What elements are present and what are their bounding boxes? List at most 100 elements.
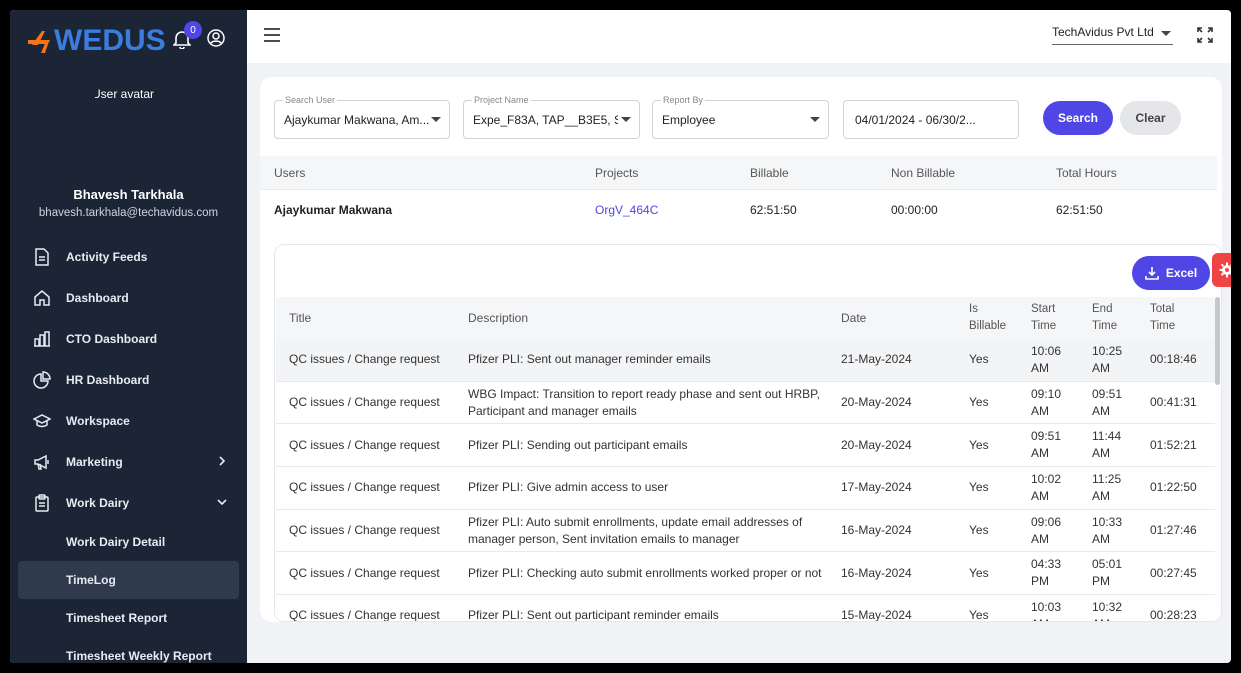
search-button[interactable]: Search — [1043, 101, 1113, 135]
date-cell: 17-May-2024 — [841, 480, 912, 495]
settings-button[interactable] — [1212, 253, 1231, 287]
end-time: 09:51 — [1092, 386, 1123, 401]
is-billable-cell: Yes — [969, 395, 989, 410]
date-range-input[interactable]: 04/01/2024 - 06/30/2... — [843, 100, 1019, 139]
sidebar-item-dashboard[interactable]: Dashboard — [18, 277, 239, 318]
header-date: Date — [841, 310, 867, 325]
search-user-select[interactable]: Search User Ajaykumar Makwana, Am... — [274, 95, 450, 139]
start-time-cell: 09:10 AM — [1031, 382, 1061, 424]
end-time: 05:01 — [1092, 557, 1123, 572]
header-title: Title — [289, 310, 312, 325]
start-ampm: PM — [1031, 574, 1049, 589]
sidebar-item-workspace[interactable]: Workspace — [18, 400, 239, 441]
table-row[interactable]: QC issues / Change request Pfizer PLI: Ch… — [276, 552, 1215, 596]
user-email: bhavesh.tarkhala@techavidus.com — [38, 207, 219, 219]
sidebar-item-activity-feeds[interactable]: Activity Feeds — [18, 236, 239, 277]
sidebar-subitem-timesheet-report[interactable]: Timesheet Report — [18, 599, 239, 637]
is-billable-cell: Yes — [969, 523, 989, 538]
user-account-icon[interactable] — [207, 29, 225, 47]
end-ampm: AM — [1092, 403, 1110, 418]
total-time-cell: 00:18:46 — [1150, 352, 1197, 367]
end-time-cell: 05:01 PM — [1092, 552, 1122, 594]
timelog-details-panel: Excel Title Description Date Is Billable… — [274, 244, 1222, 622]
company-select[interactable]: TechAvidus Pvt Ltd — [1052, 25, 1173, 45]
fullscreen-icon[interactable] — [1197, 27, 1213, 43]
description-cell: Pfizer PLI: Sending out participant emai… — [468, 424, 687, 466]
report-by-select[interactable]: Report By Employee — [652, 95, 829, 139]
start-time: 04:33 — [1031, 557, 1062, 572]
start-time: 10:03 — [1031, 599, 1062, 614]
start-ampm: AM — [1031, 360, 1049, 375]
header-start-line1: Start — [1031, 303, 1056, 315]
description-cell: Pfizer PLI: Auto submit enrollments, upd… — [468, 510, 802, 552]
description-cell: Pfizer PLI: Give admin access to user — [468, 467, 668, 509]
table-row[interactable]: QC issues / Change request Pfizer PLI: Gi… — [276, 467, 1215, 510]
is-billable-cell: Yes — [969, 480, 989, 495]
sidebar-subitem-work-dairy-detail[interactable]: Work Dairy Detail — [18, 523, 239, 561]
project-name-select[interactable]: Project Name Expe_F83A, TAP__B3E5, S... — [463, 95, 640, 139]
search-user-value: Ajaykumar Makwana, Am... — [284, 113, 429, 127]
clipboard-icon — [32, 493, 52, 513]
header-non-billable: Non Billable — [891, 165, 956, 180]
search-user-label: Search User — [283, 95, 338, 105]
start-time: 09:10 — [1031, 386, 1062, 401]
sidebar-subitem-timelog[interactable]: TimeLog — [18, 561, 239, 599]
table-row[interactable]: QC issues / Change request Pfizer PLI: Se… — [276, 424, 1215, 468]
header-description: Description — [468, 310, 529, 325]
sidebar-item-label: Workspace — [66, 413, 130, 428]
header-total-line2: Time — [1150, 320, 1176, 332]
logo[interactable]: WEDUS — [28, 24, 166, 58]
menu-icon[interactable] — [264, 28, 280, 42]
sidebar-item-label: Activity Feeds — [66, 249, 148, 264]
start-time-cell: 09:06 AM — [1031, 510, 1061, 552]
sidebar-item-label: Marketing — [66, 454, 123, 469]
start-time-cell: 10:06 AM — [1031, 339, 1061, 381]
excel-export-button[interactable]: Excel — [1132, 256, 1210, 290]
clear-button[interactable]: Clear — [1120, 101, 1181, 135]
date-cell: 16-May-2024 — [841, 565, 912, 580]
notification-badge: 0 — [184, 21, 202, 39]
description-cell: Pfizer PLI: Checking auto submit enrollm… — [468, 552, 822, 594]
end-ampm: AM — [1092, 616, 1110, 621]
sidebar-item-cto-dashboard[interactable]: CTO Dashboard — [18, 318, 239, 359]
date-cell: 21-May-2024 — [841, 352, 912, 367]
header-is-billable-line2: Billable — [969, 320, 1007, 332]
table-row[interactable]: Ajaykumar Makwana OrgV_464C 62:51:50 00:… — [260, 189, 1217, 229]
scrollbar[interactable] — [1215, 297, 1220, 385]
header-end-line1: End — [1092, 303, 1113, 315]
end-time: 11:44 — [1092, 429, 1122, 444]
table-row[interactable]: QC issues / Change request Pfizer PLI: Au… — [276, 510, 1215, 553]
sidebar-item-work-dairy[interactable]: Work Dairy — [18, 482, 239, 523]
end-ampm: AM — [1092, 488, 1110, 503]
is-billable-cell: Yes — [969, 608, 989, 622]
sidebar-item-hr-dashboard[interactable]: HR Dashboard — [18, 359, 239, 400]
total-time-cell: 00:41:31 — [1150, 395, 1197, 410]
avatar: User avatar — [95, 87, 169, 104]
start-ampm: AM — [1031, 446, 1049, 461]
sidebar-item-label: HR Dashboard — [66, 372, 150, 387]
header-end-time: End Time — [1092, 297, 1117, 339]
table-row[interactable]: QC issues / Change request Pfizer PLI: Se… — [276, 339, 1215, 382]
end-time-cell: 10:33 AM — [1092, 510, 1122, 552]
end-time-cell: 11:25 AM — [1092, 467, 1121, 509]
sidebar-item-label: Dashboard — [66, 290, 129, 305]
project-link[interactable]: OrgV_464C — [595, 190, 658, 229]
table-row[interactable]: QC issues / Change request Pfizer PLI: Se… — [276, 595, 1215, 622]
start-ampm: AM — [1031, 616, 1049, 621]
end-time: 10:32 — [1092, 599, 1123, 614]
header-is-billable-line1: Is — [969, 303, 978, 315]
total-hours-cell: 62:51:50 — [1056, 202, 1103, 217]
sidebar-item-marketing[interactable]: Marketing — [18, 441, 239, 482]
user-cell: Ajaykumar Makwana — [274, 202, 393, 217]
description-line1: WBG Impact: Transition to report ready p… — [468, 386, 820, 401]
pie-chart-icon — [32, 370, 52, 390]
header-is-billable: Is Billable — [969, 297, 1006, 339]
description-cell: Pfizer PLI: Sent out participant reminde… — [468, 595, 719, 622]
title-cell: QC issues / Change request — [289, 437, 440, 452]
sidebar-subitem-timesheet-weekly-report[interactable]: Timesheet Weekly Report — [18, 637, 239, 663]
table-row[interactable]: QC issues / Change request WBG Impact: Tr… — [276, 382, 1215, 425]
date-range-value: 04/01/2024 - 06/30/2... — [855, 113, 976, 127]
description-line1: Pfizer PLI: Sent out participant reminde… — [468, 608, 719, 622]
app-window: WEDUS 0 User avatar Bhavesh Tarkhala bha… — [10, 10, 1231, 663]
end-time-cell: 11:44 AM — [1092, 424, 1121, 466]
